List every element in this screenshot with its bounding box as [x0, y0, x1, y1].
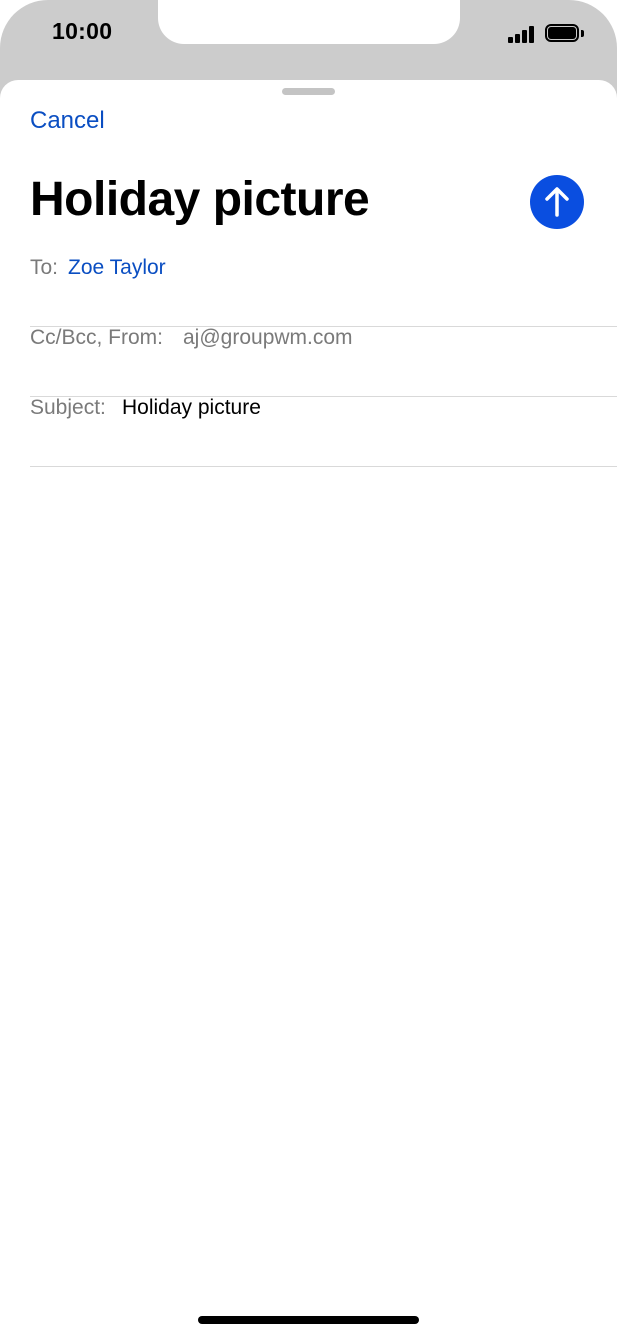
to-label: To: — [30, 256, 59, 279]
to-field[interactable]: To: Zoe Taylor — [30, 257, 617, 327]
signal-icon — [508, 25, 538, 43]
recipient-token[interactable]: Zoe Taylor — [68, 257, 166, 278]
from-address[interactable]: aj@groupwm.com — [183, 327, 353, 348]
send-button[interactable] — [530, 175, 584, 229]
cancel-button[interactable]: Cancel — [30, 107, 105, 135]
cc-bcc-from-label: Cc/Bcc, From: — [30, 326, 164, 349]
cc-bcc-from-field[interactable]: Cc/Bcc, From: aj@groupwm.com — [30, 327, 617, 397]
status-time: 10:00 — [52, 18, 113, 44]
arrow-up-icon — [545, 187, 569, 217]
sheet-grabber[interactable] — [282, 88, 335, 95]
screen: 10:00 Cancel Holiday picture To: Zoe Tay… — [0, 0, 617, 1336]
message-body[interactable] — [30, 470, 587, 1290]
battery-icon — [545, 24, 585, 44]
subject-field[interactable]: Subject: Holiday picture — [30, 397, 617, 467]
home-indicator[interactable] — [198, 1316, 419, 1324]
notch — [158, 0, 460, 44]
page-title: Holiday picture — [30, 173, 370, 226]
subject-label: Subject: — [30, 396, 106, 419]
compose-sheet: Cancel Holiday picture To: Zoe Taylor Cc… — [0, 80, 617, 1336]
subject-input[interactable]: Holiday picture — [122, 397, 261, 418]
